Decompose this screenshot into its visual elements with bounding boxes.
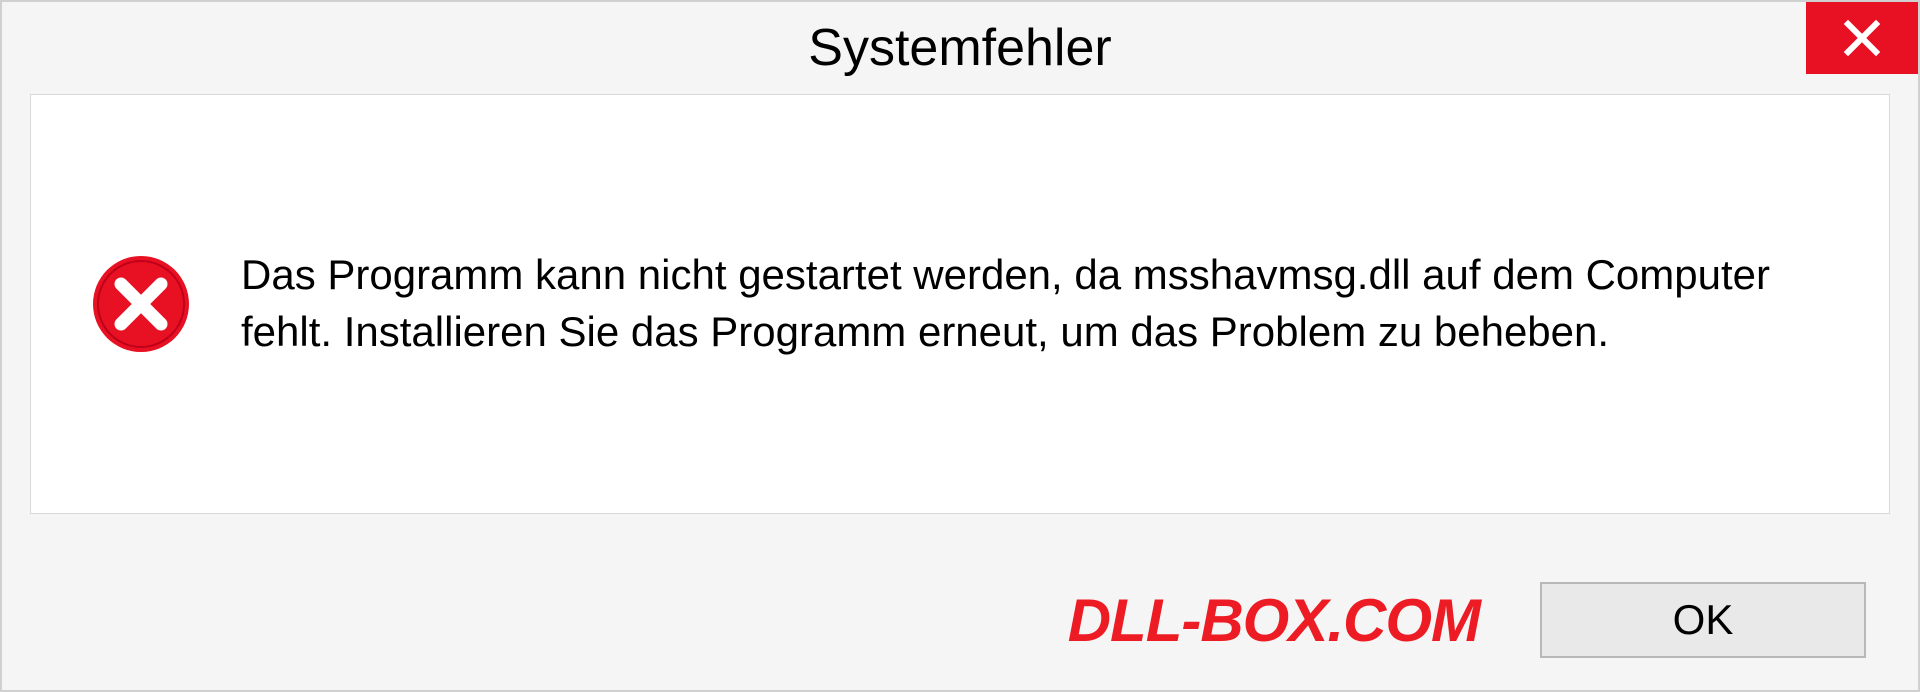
error-dialog: Systemfehler Das Programm kann nicht ges… [0,0,1920,692]
error-icon [91,254,191,354]
error-message: Das Programm kann nicht gestartet werden… [241,247,1849,360]
ok-button[interactable]: OK [1540,582,1866,658]
content-area: Das Programm kann nicht gestartet werden… [2,94,1918,550]
watermark-text: DLL-BOX.COM [1068,586,1480,655]
dialog-title: Systemfehler [808,18,1111,78]
title-bar: Systemfehler [2,2,1918,94]
dialog-footer: DLL-BOX.COM OK [2,550,1918,690]
close-button[interactable] [1806,2,1918,74]
message-box: Das Programm kann nicht gestartet werden… [30,94,1890,514]
close-icon [1842,18,1882,58]
